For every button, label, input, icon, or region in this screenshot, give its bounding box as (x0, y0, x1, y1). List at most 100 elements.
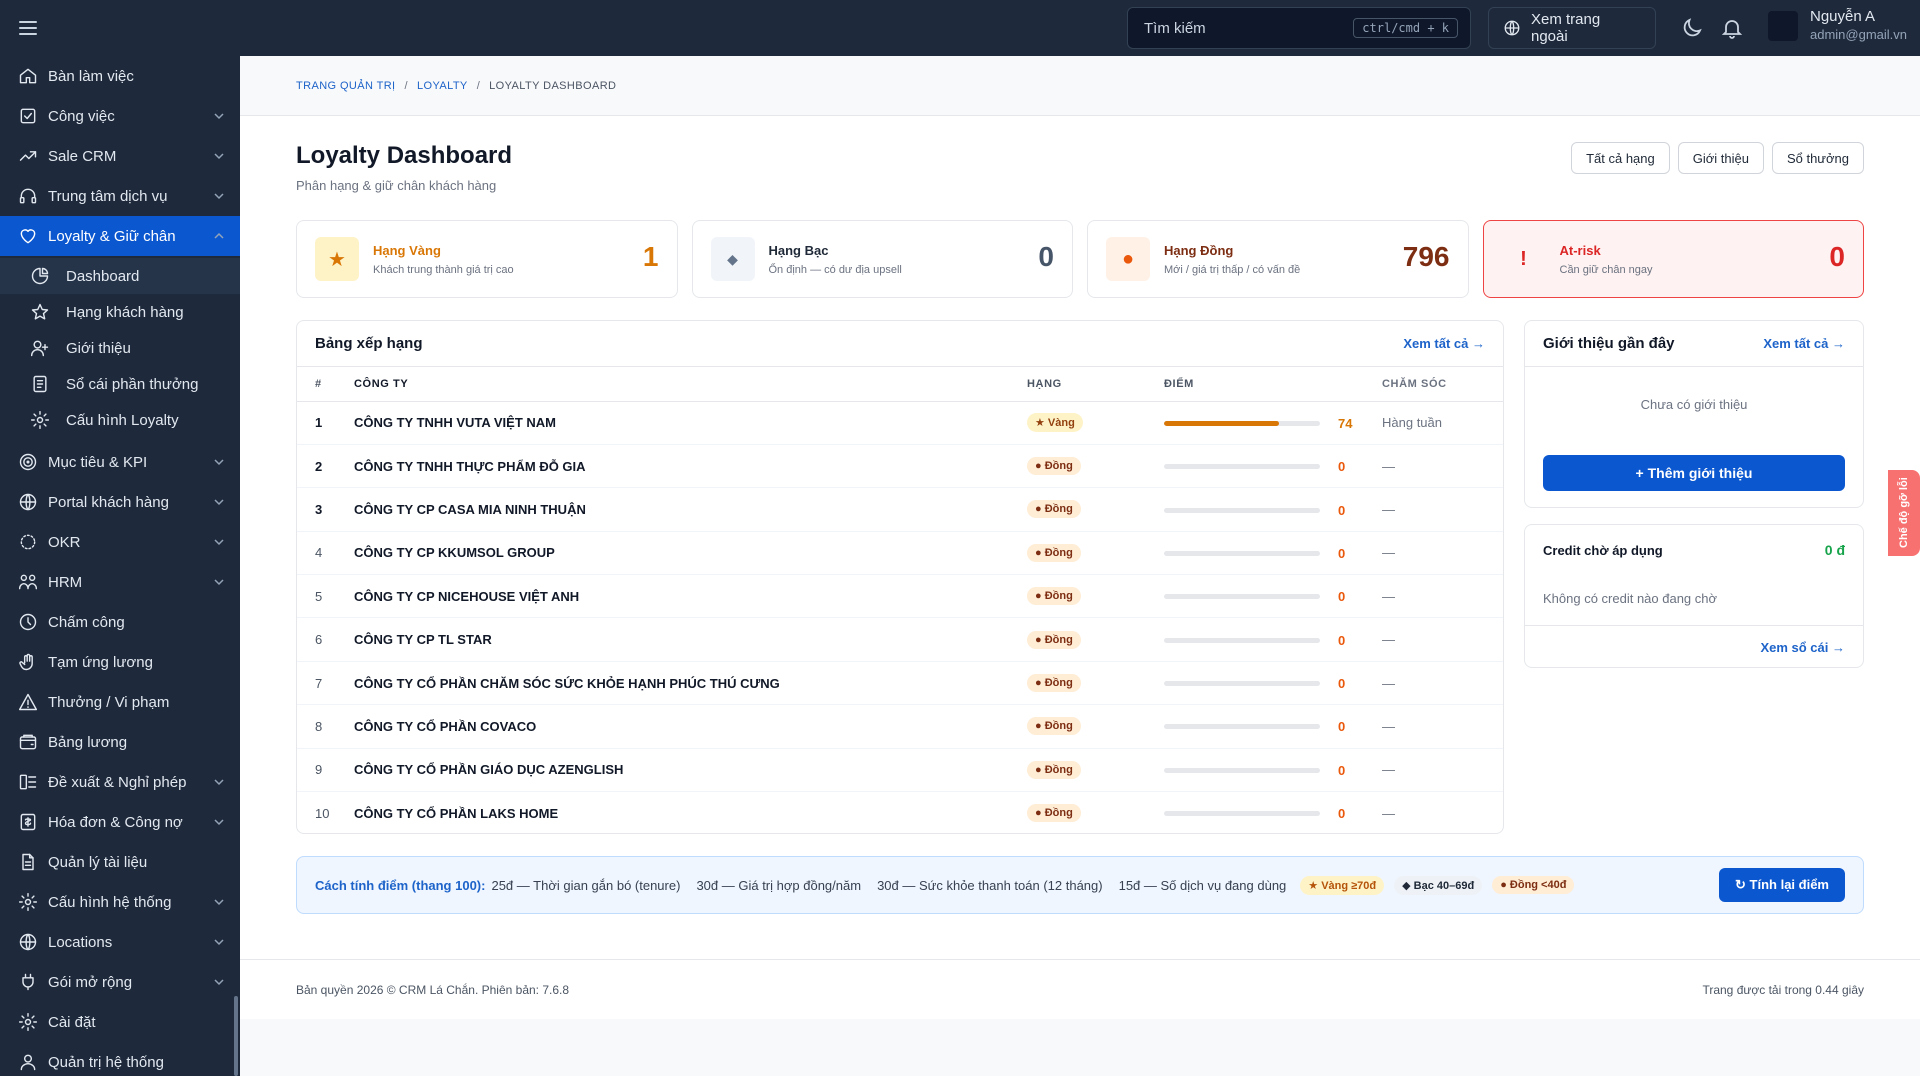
company-name[interactable]: CÔNG TY CỔ PHẦN CHĂM SÓC SỨC KHỎE HẠNH P… (354, 661, 1027, 706)
sidebar-scrollbar[interactable] (234, 996, 238, 1076)
table-row[interactable]: 10 CÔNG TY CỔ PHẦN LAKS HOME ● Đồng 0 — (297, 792, 1503, 835)
all-tiers-button[interactable]: Tất cả hạng (1571, 142, 1670, 174)
ranking-view-all-link[interactable]: Xem tất cả → (1403, 336, 1485, 351)
table-row[interactable]: 3 CÔNG TY CP CASA MIA NINH THUẬN ● Đồng … (297, 487, 1503, 532)
hamburger-menu-icon[interactable] (18, 18, 38, 38)
bell-icon[interactable] (1720, 16, 1744, 40)
submenu-item[interactable]: Cấu hình Loyalty (0, 402, 240, 438)
company-name[interactable]: CÔNG TY CP CASA MIA NINH THUẬN (354, 487, 1027, 532)
sidebar-item-goi-mo-rong[interactable]: Gói mở rộng (0, 962, 240, 1002)
submenu-item[interactable]: Hạng khách hàng (0, 294, 240, 330)
user-admin-icon (20, 1054, 36, 1071)
sidebar-item-tam-ung-luong[interactable]: Tạm ứng lương (0, 642, 240, 682)
chevron-down-icon (214, 113, 224, 120)
breadcrumb-home[interactable]: TRANG QUẢN TRỊ (296, 80, 396, 92)
home-icon (19, 68, 37, 84)
company-name[interactable]: CÔNG TY CỔ PHẦN GIÁO DỤC AZENGLISH (354, 748, 1027, 793)
add-referral-button[interactable]: + Thêm giới thiệu (1543, 455, 1845, 491)
sidebar-item-thuong-vi-pham[interactable]: Thưởng / Vi phạm (0, 682, 240, 722)
submenu-item[interactable]: Dashboard (0, 258, 240, 294)
sidebar-item-quan-tri-he-thong[interactable]: Quản trị hệ thống (0, 1042, 240, 1076)
sidebar-item-de-xuat-nghi-phep[interactable]: Đề xuất & Nghỉ phép (0, 762, 240, 802)
table-row[interactable]: 8 CÔNG TY CỔ PHẦN COVACO ● Đồng 0 — (297, 704, 1503, 749)
score-value: 0 (1338, 676, 1346, 692)
credit-amount: 0 đ (1824, 542, 1845, 558)
column-header: ĐIỂM (1164, 367, 1382, 402)
sidebar-item-sale-crm[interactable]: Sale CRM (0, 136, 240, 176)
care-frequency: — (1382, 805, 1395, 821)
sidebar-item-loyalty-giu-chan[interactable]: Loyalty & Giữ chân (0, 216, 240, 256)
sidebar-item-locations[interactable]: Locations (0, 922, 240, 962)
view-site-button[interactable]: Xem trang ngoài (1488, 7, 1656, 49)
bronze-tier-card[interactable]: ● Hạng Đồng Mới / giá trị thấp / có vấn … (1087, 220, 1469, 298)
table-row[interactable]: 1 CÔNG TY TNHH VUTA VIỆT NAM ★ Vàng 74 H… (297, 401, 1503, 445)
ledger-icon (33, 375, 47, 393)
sidebar-item-portal-khach-hang[interactable]: Portal khách hàng (0, 482, 240, 522)
gear-icon (18, 1012, 38, 1032)
invoice-icon (20, 813, 36, 831)
page-title: Loyalty Dashboard (296, 142, 513, 169)
table-row[interactable]: 6 CÔNG TY CP TL STAR ● Đồng 0 — (297, 617, 1503, 662)
at-risk-card[interactable]: ! At-risk Cần giữ chân ngay 0 (1482, 220, 1864, 298)
rewards-button[interactable]: Sổ thưởng (1771, 142, 1864, 174)
tier-name: Hạng Đồng (1164, 242, 1234, 258)
view-ledger-link[interactable]: Xem sổ cái → (1760, 640, 1845, 655)
chevron-down-icon (214, 153, 224, 160)
table-row[interactable]: 9 CÔNG TY CỔ PHẦN GIÁO DỤC AZENGLISH ● Đ… (297, 748, 1503, 793)
referrals-view-all-link[interactable]: Xem tất cả → (1763, 336, 1845, 351)
sidebar-item-cham-cong[interactable]: Chấm công (0, 602, 240, 642)
tier-name: Hạng Bạc (768, 242, 829, 258)
referral-button[interactable]: Giới thiệu (1677, 142, 1764, 174)
rank-number: 3 (297, 487, 354, 532)
score-bar (1164, 681, 1320, 687)
globe-icon (1504, 20, 1520, 36)
sidebar-item-muc-tieu-kpi[interactable]: Mục tiêu & KPI (0, 442, 240, 482)
sidebar-item-quan-ly-tai-lieu[interactable]: Quản lý tài liệu (0, 842, 240, 882)
breadcrumb-loyalty[interactable]: LOYALTY (417, 80, 468, 92)
company-name[interactable]: CÔNG TY CP TL STAR (354, 617, 1027, 662)
company-name[interactable]: CÔNG TY CỔ PHẦN COVACO (354, 704, 1027, 749)
search-input[interactable] (1144, 19, 1354, 37)
table-row[interactable]: 4 CÔNG TY CP KKUMSOL GROUP ● Đồng 0 — (297, 531, 1503, 576)
sidebar-item-hoa-don-cong-no[interactable]: Hóa đơn & Công nợ (0, 802, 240, 842)
chevron-down-icon (214, 459, 224, 466)
submenu-item[interactable]: Sổ cái phần thưởng (0, 366, 240, 402)
debug-mode-tab[interactable]: Chế độ gỡ lỗi (1888, 470, 1920, 556)
submenu-item-label: Sổ cái phần thưởng (66, 375, 199, 393)
sidebar-item-label: Portal khách hàng (48, 493, 169, 511)
company-name[interactable]: CÔNG TY CỔ PHẦN LAKS HOME (354, 792, 1027, 835)
submenu-item[interactable]: Giới thiệu (0, 330, 240, 366)
company-name[interactable]: CÔNG TY CP KKUMSOL GROUP (354, 531, 1027, 576)
tier-name: Hạng Vàng (373, 242, 441, 258)
sidebar-item-hrm[interactable]: HRM (0, 562, 240, 602)
table-row[interactable]: 2 CÔNG TY TNHH THỰC PHẨM ĐỖ GIA ● Đồng 0… (297, 444, 1503, 489)
sidebar-item-label: Gói mở rộng (48, 973, 133, 991)
company-name[interactable]: CÔNG TY CP NICEHOUSE VIỆT ANH (354, 574, 1027, 619)
company-name[interactable]: CÔNG TY TNHH THỰC PHẨM ĐỖ GIA (354, 444, 1027, 489)
search-box[interactable]: ctrl/cmd + k (1127, 7, 1471, 49)
moon-icon[interactable] (1680, 16, 1704, 40)
sidebar-item-cong-viec[interactable]: Công việc (0, 96, 240, 136)
column-header: # (297, 367, 354, 402)
recalculate-score-button[interactable]: ↻ Tính lại điểm (1719, 868, 1845, 902)
sidebar-item-ban-lam-viec[interactable]: Bàn làm việc (0, 56, 240, 96)
gold-tier-card[interactable]: ★ Hạng Vàng Khách trung thành giá trị ca… (296, 220, 678, 298)
referrals-card: Giới thiệu gần đây Xem tất cả → Chưa có … (1524, 320, 1864, 508)
sidebar-item-label: Loyalty & Giữ chân (48, 227, 176, 245)
sidebar-item-bang-luong[interactable]: Bảng lương (0, 722, 240, 762)
silver-tier-card[interactable]: ◆ Hạng Bạc Ổn định — có dư địa upsell 0 (691, 220, 1073, 298)
user-menu[interactable]: Nguyễn A admin@gmail.vn (1768, 8, 1907, 43)
table-row[interactable]: 5 CÔNG TY CP NICEHOUSE VIỆT ANH ● Đồng 0… (297, 574, 1503, 619)
table-row[interactable]: 7 CÔNG TY CỔ PHẦN CHĂM SÓC SỨC KHỎE HẠNH… (297, 661, 1503, 706)
score-value: 0 (1338, 589, 1346, 605)
sidebar-item-cai-dat[interactable]: Cài đặt (0, 1002, 240, 1042)
sidebar-item-label: Bảng lương (48, 733, 128, 751)
sidebar-item-trung-tam-dich-vu[interactable]: Trung tâm dịch vụ (0, 176, 240, 216)
scoring-rule: 15đ — Số dịch vụ đang dùng (1118, 877, 1287, 893)
sidebar-item-cau-hinh-he-thong[interactable]: Cấu hình hệ thống (0, 882, 240, 922)
pie-chart-icon (31, 267, 49, 285)
chevron-down-icon (214, 979, 224, 986)
company-name[interactable]: CÔNG TY TNHH VUTA VIỆT NAM (354, 401, 1027, 445)
bronze-threshold-tag: ● Đồng <40đ (1492, 876, 1575, 894)
sidebar-item-okr[interactable]: OKR (0, 522, 240, 562)
